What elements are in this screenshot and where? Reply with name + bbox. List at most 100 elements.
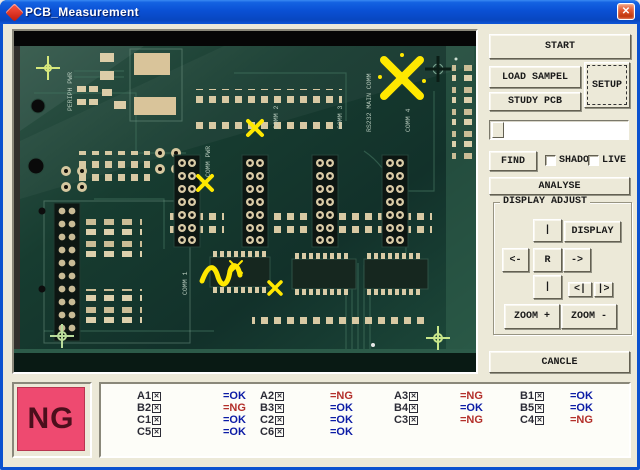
- results-column-4: B1 =OK B5 =OK C4 =NG: [520, 390, 593, 426]
- result-row: B1 =OK: [520, 390, 593, 402]
- result-row: B5 =OK: [520, 402, 593, 414]
- zone-id: C2: [260, 414, 274, 426]
- zone-id: C3: [394, 414, 408, 426]
- step-left-button[interactable]: <|: [568, 282, 592, 297]
- zone-id: C1: [137, 414, 151, 426]
- move-up-button[interactable]: |: [533, 219, 562, 242]
- zoom-in-button[interactable]: ZOOM +: [504, 304, 560, 329]
- result-row: C5 =OK: [137, 426, 246, 438]
- result-row: C3 =NG: [394, 414, 483, 426]
- analyse-button[interactable]: ANALYSE: [489, 177, 630, 195]
- zone-result: =NG: [460, 390, 483, 402]
- zone-result: =OK: [223, 426, 246, 438]
- find-button[interactable]: FIND: [489, 151, 537, 171]
- zone-checkbox-glyph: [275, 392, 284, 401]
- shadow-checkbox[interactable]: [545, 155, 556, 166]
- zone-result: =OK: [330, 426, 353, 438]
- zone-checkbox-glyph: [152, 404, 161, 413]
- zone-result: =OK: [223, 414, 246, 426]
- display-adjust-title: DISPLAY ADJUST: [500, 196, 590, 207]
- reset-center-button[interactable]: R: [533, 248, 562, 272]
- zone-id: B1: [520, 390, 534, 402]
- zone-result: =NG: [460, 414, 483, 426]
- zone-result: =OK: [330, 414, 353, 426]
- zone-checkbox-glyph: [409, 404, 418, 413]
- zone-checkbox-glyph: [535, 404, 544, 413]
- zone-checkbox-glyph: [409, 392, 418, 401]
- app-window: PCB_Measurement ✕: [0, 0, 640, 470]
- zone-id: A3: [394, 390, 408, 402]
- board-label-comm-pwr: COMM PWR: [205, 146, 212, 177]
- board-label-comm2: COMM 2: [273, 105, 280, 129]
- board-label-periph-pwr: PERIPH PWR: [67, 72, 74, 111]
- result-row: C1 =OK: [137, 414, 246, 426]
- slider-thumb[interactable]: [492, 122, 504, 138]
- results-panel: A1 =OK B2 =NG C1 =OK C5 =OK A2 =NG B3 =OK C2 =O…: [99, 382, 631, 458]
- zone-checkbox-glyph: [275, 404, 284, 413]
- live-checkbox[interactable]: [588, 155, 599, 166]
- display-button[interactable]: DISPLAY: [564, 221, 621, 242]
- zone-id: B2: [137, 402, 151, 414]
- result-row: C2 =OK: [260, 414, 353, 426]
- setup-button[interactable]: SETUP: [584, 62, 630, 108]
- board-label-comm4: COMM 4: [405, 108, 412, 132]
- pcb-image-viewport[interactable]: PERIPH PWR COMM PWR COMM 1 COMM 2 COMM 3…: [12, 29, 478, 374]
- zone-id: C5: [137, 426, 151, 438]
- zone-result: =OK: [330, 402, 353, 414]
- white-dot-marker: [371, 343, 375, 347]
- overall-result-frame: NG: [12, 382, 92, 458]
- results-column-2: A2 =NG B3 =OK C2 =OK C6 =OK: [260, 390, 353, 438]
- window-title: PCB_Measurement: [25, 5, 139, 19]
- zone-checkbox-glyph: [275, 416, 284, 425]
- zone-result: =OK: [223, 390, 246, 402]
- live-label: LIVE: [602, 155, 626, 166]
- progress-slider[interactable]: [489, 120, 629, 140]
- result-row: A3 =NG: [394, 390, 483, 402]
- zoom-out-button[interactable]: ZOOM -: [561, 304, 617, 329]
- zone-checkbox-glyph: [535, 392, 544, 401]
- results-column-3: A3 =NG B4 =OK C3 =NG: [394, 390, 483, 426]
- close-icon[interactable]: ✕: [617, 3, 635, 20]
- results-column-1: A1 =OK B2 =NG C1 =OK C5 =OK: [137, 390, 246, 438]
- zone-checkbox-glyph: [409, 416, 418, 425]
- zone-checkbox-glyph: [535, 416, 544, 425]
- pcb-photo: PERIPH PWR COMM PWR COMM 1 COMM 2 COMM 3…: [14, 31, 476, 372]
- move-left-button[interactable]: <-: [502, 248, 529, 272]
- board-label-rs232: RS232 MAIN COMM: [366, 73, 373, 132]
- zone-id: B5: [520, 402, 534, 414]
- move-right-button[interactable]: ->: [563, 248, 591, 272]
- result-row: B4 =OK: [394, 402, 483, 414]
- board-label-comm1: COMM 1: [182, 271, 189, 295]
- zone-result: =OK: [460, 402, 483, 414]
- zone-result: =NG: [330, 390, 353, 402]
- overall-result-badge: NG: [17, 387, 85, 451]
- zone-result: =NG: [570, 414, 593, 426]
- start-button[interactable]: START: [489, 34, 631, 59]
- app-icon: [5, 3, 23, 21]
- zone-id: B3: [260, 402, 274, 414]
- zone-id: C6: [260, 426, 274, 438]
- zone-id: A2: [260, 390, 274, 402]
- zone-checkbox-glyph: [152, 392, 161, 401]
- zone-id: A1: [137, 390, 151, 402]
- zone-checkbox-glyph: [152, 428, 161, 437]
- zone-checkbox-glyph: [152, 416, 161, 425]
- result-row: C6 =OK: [260, 426, 353, 438]
- zone-result: =NG: [223, 402, 246, 414]
- result-row: B3 =OK: [260, 402, 353, 414]
- zone-id: B4: [394, 402, 408, 414]
- result-row: B2 =NG: [137, 402, 246, 414]
- result-row: C4 =NG: [520, 414, 593, 426]
- cancle-button[interactable]: CANCLE: [489, 351, 630, 373]
- move-down-button[interactable]: |: [533, 275, 562, 299]
- zone-result: =OK: [570, 402, 593, 414]
- load-sampel-button[interactable]: LOAD SAMPEL: [489, 66, 581, 88]
- zone-checkbox-glyph: [275, 428, 284, 437]
- live-checkbox-row: LIVE: [588, 155, 626, 166]
- step-right-button[interactable]: |>: [594, 282, 613, 297]
- zone-id: C4: [520, 414, 534, 426]
- study-pcb-button[interactable]: STUDY PCB: [489, 92, 581, 111]
- zone-result: =OK: [570, 390, 593, 402]
- board-label-comm3: COMM 3: [337, 105, 344, 129]
- title-bar: PCB_Measurement ✕: [0, 0, 640, 24]
